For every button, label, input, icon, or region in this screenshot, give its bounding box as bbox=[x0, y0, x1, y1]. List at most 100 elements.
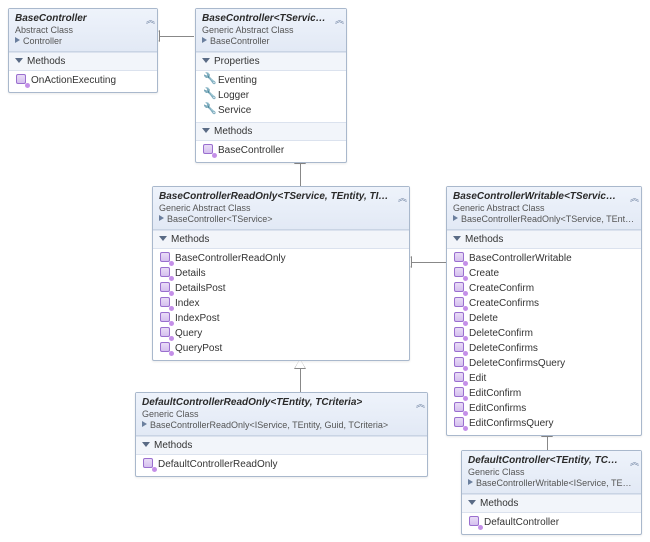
member-row[interactable]: Query bbox=[157, 326, 405, 341]
method-icon bbox=[469, 516, 481, 528]
member-row[interactable]: 🔧Eventing bbox=[200, 73, 342, 88]
method-icon bbox=[454, 402, 466, 414]
collapse-triangle-icon bbox=[159, 236, 167, 241]
section-header[interactable]: Methods bbox=[9, 52, 157, 71]
member-name: Edit bbox=[469, 373, 486, 384]
member-row[interactable]: BaseController bbox=[200, 143, 342, 158]
member-row[interactable]: BaseControllerWritable bbox=[451, 251, 637, 266]
member-row[interactable]: DefaultController bbox=[466, 515, 637, 530]
class-subtitle: Abstract Class bbox=[15, 25, 151, 35]
class-inherits: BaseControllerWritable<IService, TEntity… bbox=[468, 478, 635, 488]
member-name: Create bbox=[469, 268, 499, 279]
method-icon bbox=[454, 372, 466, 384]
inherits-arrow-icon bbox=[202, 37, 207, 43]
section-header[interactable]: Methods bbox=[462, 494, 641, 513]
class-basecontroller-tservice[interactable]: BaseController<TService> Generic Abstrac… bbox=[195, 8, 347, 163]
member-row[interactable]: DetailsPost bbox=[157, 281, 405, 296]
method-icon bbox=[454, 282, 466, 294]
collapse-triangle-icon bbox=[468, 500, 476, 505]
chevrons-up-icon[interactable]: ︽ bbox=[335, 13, 342, 26]
member-row[interactable]: Create bbox=[451, 266, 637, 281]
member-row[interactable]: OnActionExecuting bbox=[13, 73, 153, 88]
class-subtitle: Generic Class bbox=[468, 467, 635, 477]
member-row[interactable]: DefaultControllerReadOnly bbox=[140, 457, 423, 472]
section-label: Methods bbox=[171, 234, 209, 245]
connector bbox=[547, 435, 548, 450]
method-icon bbox=[454, 297, 466, 309]
method-icon bbox=[160, 267, 172, 279]
member-name: DefaultControllerReadOnly bbox=[158, 459, 278, 470]
member-row[interactable]: CreateConfirm bbox=[451, 281, 637, 296]
member-name: DefaultController bbox=[484, 517, 559, 528]
method-icon bbox=[160, 342, 172, 354]
class-basecontrollerreadonly[interactable]: BaseControllerReadOnly<TService, TEntity… bbox=[152, 186, 410, 361]
member-name: Delete bbox=[469, 313, 498, 324]
member-row[interactable]: Index bbox=[157, 296, 405, 311]
member-row[interactable]: BaseControllerReadOnly bbox=[157, 251, 405, 266]
method-icon bbox=[454, 387, 466, 399]
inherits-arrow-icon bbox=[159, 215, 164, 221]
method-icon bbox=[160, 327, 172, 339]
section-header[interactable]: Properties bbox=[196, 52, 346, 71]
section-header[interactable]: Methods bbox=[447, 230, 641, 249]
inherits-arrow-icon bbox=[15, 37, 20, 43]
chevrons-up-icon[interactable]: ︽ bbox=[416, 397, 423, 410]
member-list: DefaultController bbox=[462, 513, 641, 534]
member-name: EditConfirmsQuery bbox=[469, 418, 553, 429]
method-icon bbox=[454, 312, 466, 324]
member-name: Logger bbox=[218, 90, 249, 101]
section-header[interactable]: Methods bbox=[136, 436, 427, 455]
collapse-triangle-icon bbox=[202, 58, 210, 63]
chevrons-up-icon[interactable]: ︽ bbox=[398, 191, 405, 204]
member-name: EditConfirm bbox=[469, 388, 521, 399]
section-label: Methods bbox=[154, 440, 192, 451]
method-icon bbox=[160, 282, 172, 294]
member-name: EditConfirms bbox=[469, 403, 526, 414]
chevrons-up-icon[interactable]: ︽ bbox=[146, 13, 153, 26]
chevrons-up-icon[interactable]: ︽ bbox=[630, 455, 637, 468]
member-row[interactable]: Details bbox=[157, 266, 405, 281]
class-header: BaseControllerWritable<TService, TE... G… bbox=[447, 187, 641, 230]
member-list: OnActionExecuting bbox=[9, 71, 157, 92]
member-row[interactable]: DeleteConfirm bbox=[451, 326, 637, 341]
method-icon bbox=[454, 267, 466, 279]
section-header[interactable]: Methods bbox=[196, 122, 346, 141]
member-row[interactable]: EditConfirm bbox=[451, 386, 637, 401]
member-row[interactable]: Delete bbox=[451, 311, 637, 326]
member-name: Index bbox=[175, 298, 199, 309]
connector bbox=[410, 262, 446, 263]
class-basecontrollerwritable[interactable]: BaseControllerWritable<TService, TE... G… bbox=[446, 186, 642, 436]
class-title: BaseControllerWritable<TService, TE... bbox=[453, 191, 635, 202]
method-icon bbox=[143, 458, 155, 470]
chevrons-up-icon[interactable]: ︽ bbox=[630, 191, 637, 204]
member-list: 🔧Eventing🔧Logger🔧Service bbox=[196, 71, 346, 122]
member-row[interactable]: EditConfirms bbox=[451, 401, 637, 416]
member-row[interactable]: DeleteConfirms bbox=[451, 341, 637, 356]
method-icon bbox=[160, 312, 172, 324]
class-title: DefaultController<TEntity, TCrit... bbox=[468, 455, 635, 466]
class-title: DefaultControllerReadOnly<TEntity, TCrit… bbox=[142, 397, 421, 408]
member-name: DeleteConfirmsQuery bbox=[469, 358, 565, 369]
class-basecontroller[interactable]: BaseController Abstract Class Controller… bbox=[8, 8, 158, 93]
member-row[interactable]: 🔧Service bbox=[200, 103, 342, 118]
member-name: IndexPost bbox=[175, 313, 219, 324]
member-row[interactable]: CreateConfirms bbox=[451, 296, 637, 311]
section-label: Methods bbox=[465, 234, 503, 245]
member-row[interactable]: DeleteConfirmsQuery bbox=[451, 356, 637, 371]
class-title: BaseController<TService> bbox=[202, 13, 340, 24]
class-defaultcontrollerreadonly[interactable]: DefaultControllerReadOnly<TEntity, TCrit… bbox=[135, 392, 428, 477]
method-icon bbox=[454, 342, 466, 354]
section-header[interactable]: Methods bbox=[153, 230, 409, 249]
class-defaultcontroller[interactable]: DefaultController<TEntity, TCrit... Gene… bbox=[461, 450, 642, 535]
member-row[interactable]: Edit bbox=[451, 371, 637, 386]
member-name: DetailsPost bbox=[175, 283, 226, 294]
member-row[interactable]: IndexPost bbox=[157, 311, 405, 326]
member-row[interactable]: QueryPost bbox=[157, 341, 405, 356]
member-name: BaseController bbox=[218, 145, 284, 156]
member-row[interactable]: 🔧Logger bbox=[200, 88, 342, 103]
wrench-icon: 🔧 bbox=[203, 74, 215, 86]
collapse-triangle-icon bbox=[142, 442, 150, 447]
member-name: CreateConfirm bbox=[469, 283, 534, 294]
class-inherits: Controller bbox=[15, 36, 151, 46]
member-row[interactable]: EditConfirmsQuery bbox=[451, 416, 637, 431]
